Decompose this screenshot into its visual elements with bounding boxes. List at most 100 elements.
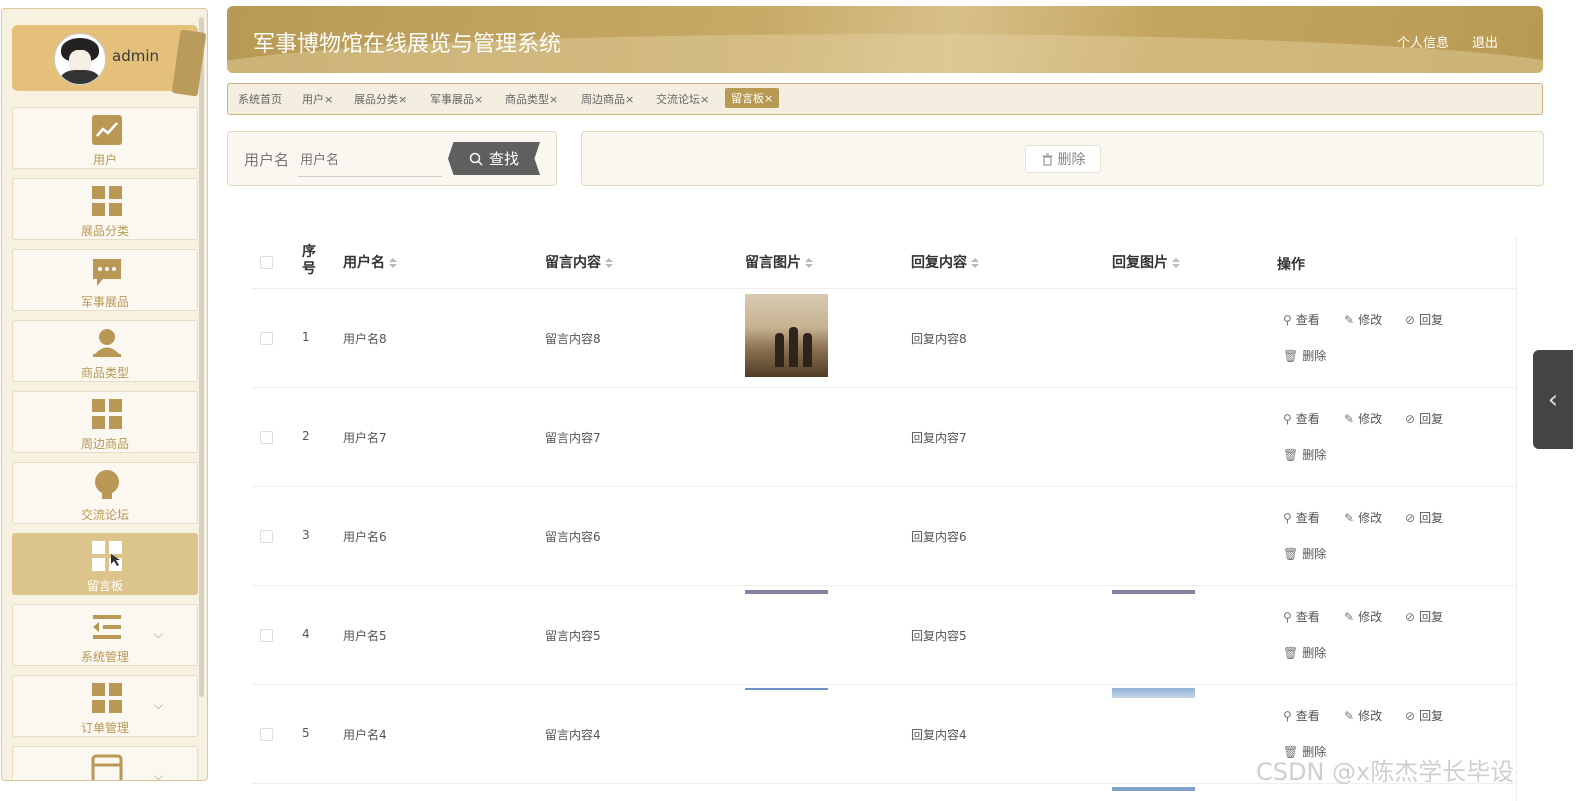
tab-home[interactable]: 系统首页 — [238, 91, 282, 107]
bulk-delete-button[interactable]: 删除 — [1025, 145, 1101, 173]
close-icon[interactable]: × — [700, 93, 709, 106]
column-reply[interactable]: 回复内容 — [911, 252, 979, 272]
reply-button[interactable]: ⊘ 回复 — [1405, 509, 1443, 526]
search-icon: ⚲ — [1283, 313, 1292, 327]
app-title: 军事博物馆在线展览与管理系统 — [253, 32, 562, 57]
column-reply-image[interactable]: 回复图片 — [1112, 252, 1180, 272]
edit-icon: ✎ — [1344, 610, 1355, 624]
column-username[interactable]: 用户名 — [343, 252, 397, 272]
row-checkbox[interactable] — [260, 728, 273, 741]
check-circle-icon: ⊘ — [1405, 412, 1416, 426]
close-icon[interactable]: × — [324, 93, 333, 106]
reply-image[interactable] — [1112, 590, 1195, 594]
logout-link[interactable]: 退出 — [1472, 32, 1498, 51]
username-search-input[interactable] — [298, 144, 442, 177]
row-index: 3 — [302, 528, 310, 542]
message-image[interactable] — [745, 688, 828, 690]
sidebar-scrollbar[interactable] — [199, 17, 204, 697]
view-button[interactable]: ⚲ 查看 — [1283, 410, 1320, 427]
reply-button[interactable]: ⊘ 回复 — [1405, 608, 1443, 625]
search-button[interactable]: 查找 — [448, 142, 540, 175]
delete-button[interactable]: 🗑 删除 — [1283, 644, 1326, 661]
sidebar-item-users[interactable]: 用户 — [12, 107, 198, 169]
sidebar-item-military-exhibits[interactable]: 军事展品 — [12, 249, 198, 311]
table-header: 序号 用户名 留言内容 留言图片 回复内容 回复图片 操作 — [252, 236, 1516, 289]
row-index: 1 — [302, 330, 310, 344]
action-panel: 删除 — [581, 131, 1544, 186]
grid-icon — [92, 683, 122, 713]
tab-forum[interactable]: 交流论坛× — [656, 91, 709, 107]
edit-button[interactable]: ✎ 修改 — [1344, 608, 1382, 625]
sidebar-item-message-board[interactable]: 留言板 — [12, 533, 198, 595]
reply-image[interactable] — [1112, 688, 1195, 698]
profile-link[interactable]: 个人信息 — [1397, 32, 1449, 51]
edit-icon: ✎ — [1344, 412, 1355, 426]
chart-line-icon — [92, 115, 122, 145]
sidebar-item-merchandise[interactable]: 周边商品 — [12, 391, 198, 453]
sort-icon[interactable] — [971, 258, 979, 268]
view-button[interactable]: ⚲ 查看 — [1283, 707, 1320, 724]
tab-users[interactable]: 用户× — [302, 91, 333, 107]
reply-button[interactable]: ⊘ 回复 — [1405, 410, 1443, 427]
view-button[interactable]: ⚲ 查看 — [1283, 311, 1320, 328]
avatar[interactable] — [54, 33, 106, 85]
row-checkbox[interactable] — [260, 530, 273, 543]
row-reply: 回复内容4 — [911, 728, 967, 742]
sidebar-item-order-management[interactable]: 订单管理 ⌵ — [12, 675, 198, 737]
tab-military-exhibits[interactable]: 军事展品× — [430, 91, 483, 107]
message-image[interactable] — [745, 294, 828, 377]
column-image[interactable]: 留言图片 — [745, 252, 813, 272]
sidebar-item-label: 订单管理 — [80, 721, 129, 735]
sidebar-item-exhibit-categories[interactable]: 展品分类 — [12, 178, 198, 240]
edit-icon: ✎ — [1344, 511, 1355, 525]
row-checkbox[interactable] — [260, 431, 273, 444]
column-content[interactable]: 留言内容 — [545, 252, 613, 272]
edit-button[interactable]: ✎ 修改 — [1344, 509, 1382, 526]
sidebar-item-label: 系统管理 — [80, 650, 129, 664]
edit-button[interactable]: ✎ 修改 — [1344, 410, 1382, 427]
edit-button[interactable]: ✎ 修改 — [1344, 707, 1382, 724]
sidebar-item-label: 交流论坛 — [80, 508, 129, 522]
view-button[interactable]: ⚲ 查看 — [1283, 509, 1320, 526]
close-icon[interactable]: × — [398, 93, 407, 106]
row-checkbox[interactable] — [260, 629, 273, 642]
sort-icon[interactable] — [805, 258, 813, 268]
close-icon[interactable]: × — [764, 92, 773, 105]
chevron-down-icon: ⌵ — [153, 698, 163, 712]
delete-button[interactable]: 🗑 删除 — [1283, 446, 1326, 463]
close-icon[interactable]: × — [474, 93, 483, 106]
sidebar-item-product-types[interactable]: 商品类型 — [12, 320, 198, 382]
row-checkbox[interactable] — [260, 332, 273, 345]
tab-message-board[interactable]: 留言板× — [725, 88, 780, 108]
delete-button[interactable]: 🗑 删除 — [1283, 347, 1326, 364]
edit-button[interactable]: ✎ 修改 — [1344, 311, 1382, 328]
tab-merchandise[interactable]: 周边商品× — [581, 91, 634, 107]
sort-icon[interactable] — [605, 258, 613, 268]
sidebar-item-more[interactable]: ⌵ — [12, 746, 198, 780]
close-icon[interactable]: × — [625, 93, 634, 106]
tab-product-types[interactable]: 商品类型× — [505, 91, 558, 107]
check-circle-icon: ⊘ — [1405, 610, 1416, 624]
sidebar-item-system-management[interactable]: 系统管理 ⌵ — [12, 604, 198, 666]
row-content: 留言内容4 — [545, 728, 601, 742]
grid-icon — [92, 186, 122, 216]
reply-image[interactable] — [1112, 787, 1195, 791]
sort-icon[interactable] — [389, 258, 397, 268]
message-image[interactable] — [745, 590, 828, 594]
row-content: 留言内容7 — [545, 431, 601, 445]
trash-icon: 🗑 — [1283, 349, 1299, 363]
tab-bar: 系统首页 用户× 展品分类× 军事展品× 商品类型× 周边商品× 交流论坛× 留… — [227, 83, 1543, 115]
reply-button[interactable]: ⊘ 回复 — [1405, 707, 1443, 724]
view-button[interactable]: ⚲ 查看 — [1283, 608, 1320, 625]
collapse-panel-tab[interactable]: ‹ — [1533, 350, 1573, 449]
reply-button[interactable]: ⊘ 回复 — [1405, 311, 1443, 328]
search-icon: ⚲ — [1283, 511, 1292, 525]
tab-exhibit-categories[interactable]: 展品分类× — [354, 91, 407, 107]
grid-icon — [92, 541, 122, 571]
sidebar-item-forum[interactable]: 交流论坛 — [12, 462, 198, 524]
select-all-checkbox[interactable] — [260, 256, 273, 269]
sort-icon[interactable] — [1172, 258, 1180, 268]
close-icon[interactable]: × — [549, 93, 558, 106]
edit-icon: ✎ — [1344, 709, 1355, 723]
delete-button[interactable]: 🗑 删除 — [1283, 545, 1326, 562]
